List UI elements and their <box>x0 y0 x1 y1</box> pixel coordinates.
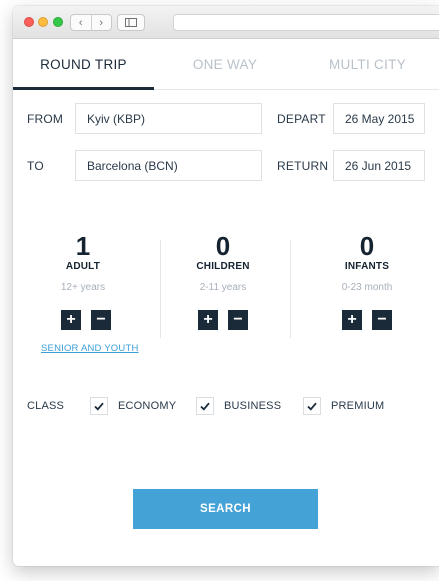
children-plus-button[interactable]: + <box>198 310 218 330</box>
close-window-button[interactable] <box>24 17 34 27</box>
return-label: RETURN <box>277 159 329 173</box>
checkmark-icon <box>94 402 104 411</box>
adult-age-range: 12+ years <box>60 282 106 293</box>
children-minus-button[interactable]: − <box>228 310 248 330</box>
children-age-range: 2-11 years <box>199 282 247 293</box>
from-field[interactable]: Kyiv (KBP) <box>75 103 262 134</box>
tab-multi-city[interactable]: MULTI CITY <box>296 39 439 90</box>
business-checkbox[interactable] <box>196 397 214 415</box>
children-label: CHILDREN <box>196 261 250 272</box>
economy-label: ECONOMY <box>118 400 177 412</box>
children-counter: 0 CHILDREN 2-11 years <box>153 232 293 293</box>
maximize-window-button[interactable] <box>53 17 63 27</box>
adult-minus-button[interactable]: − <box>91 310 111 330</box>
to-field[interactable]: Barcelona (BCN) <box>75 150 262 181</box>
sidebar-toggle-button[interactable] <box>117 14 145 31</box>
premium-label: PREMIUM <box>331 400 385 412</box>
infants-minus-button[interactable]: − <box>372 310 392 330</box>
search-button[interactable]: SEARCH <box>133 489 318 529</box>
address-bar[interactable] <box>173 14 439 31</box>
checkmark-icon <box>200 402 210 411</box>
back-button[interactable]: ‹ <box>71 15 91 30</box>
children-count: 0 <box>215 231 231 261</box>
tab-round-trip[interactable]: ROUND TRIP <box>13 39 154 90</box>
browser-window: ‹ › ROUND TRIP ONE WAY MULTI CITY FROM K… <box>13 6 439 566</box>
history-nav: ‹ › <box>70 14 112 31</box>
tab-label: ONE WAY <box>192 57 258 72</box>
business-label: BUSINESS <box>224 400 282 412</box>
sidebar-icon <box>125 18 137 27</box>
tab-label: ROUND TRIP <box>40 57 127 72</box>
infants-label: INFANTS <box>344 261 390 272</box>
premium-checkbox[interactable] <box>303 397 321 415</box>
active-tab-indicator <box>13 87 154 90</box>
depart-date-field[interactable]: 26 May 2015 <box>333 103 425 134</box>
adult-label: ADULT <box>65 261 101 272</box>
adult-counter: 1 ADULT 12+ years <box>13 232 153 293</box>
adult-count: 1 <box>75 231 91 261</box>
checkmark-icon <box>307 402 317 411</box>
adult-plus-button[interactable]: + <box>61 310 81 330</box>
trip-type-tabs: ROUND TRIP ONE WAY MULTI CITY <box>13 39 439 90</box>
tab-one-way[interactable]: ONE WAY <box>154 39 296 90</box>
infants-plus-button[interactable]: + <box>342 310 362 330</box>
to-label: TO <box>27 159 44 173</box>
browser-titlebar: ‹ › <box>13 6 439 39</box>
minimize-window-button[interactable] <box>38 17 48 27</box>
return-date-field[interactable]: 26 Jun 2015 <box>333 150 425 181</box>
infants-counter: 0 INFANTS 0-23 month <box>297 232 437 293</box>
class-label: CLASS <box>27 400 65 412</box>
senior-and-youth-link[interactable]: SENIOR AND YOUTH <box>41 343 139 354</box>
from-label: FROM <box>27 112 64 126</box>
infants-age-range: 0-23 month <box>341 282 393 293</box>
infants-count: 0 <box>359 231 375 261</box>
depart-label: DEPART <box>277 112 326 126</box>
forward-button[interactable]: › <box>90 15 112 30</box>
tab-label: MULTI CITY <box>329 57 406 72</box>
economy-checkbox[interactable] <box>90 397 108 415</box>
divider <box>290 240 291 338</box>
